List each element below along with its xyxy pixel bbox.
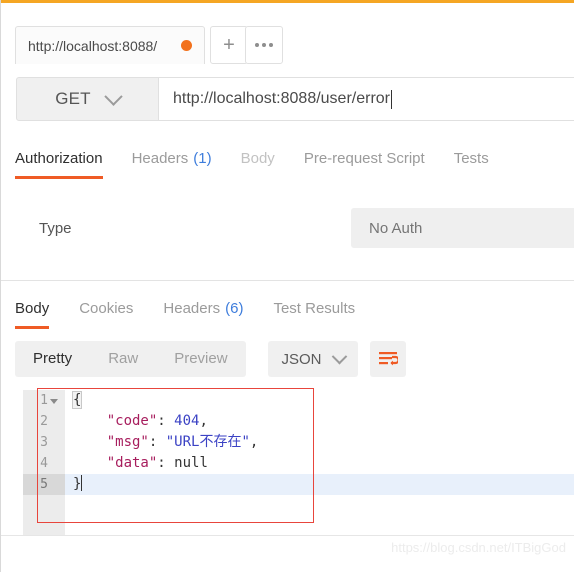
text-cursor <box>81 475 83 491</box>
line-number: 5 <box>23 474 65 495</box>
editor-code-area[interactable]: { "code": 404, "msg": "URL不存在", "data": … <box>65 390 574 535</box>
url-input-value: http://localhost:8088/user/error <box>173 90 391 107</box>
response-tab-body[interactable]: Body <box>15 288 50 329</box>
view-mode-raw[interactable]: Raw <box>90 341 156 377</box>
code-line-text: { <box>65 390 574 411</box>
code-line[interactable]: "code": 404, <box>65 411 574 432</box>
request-tab-bar: http://localhost:8088/ + <box>1 3 574 67</box>
token-plain: : <box>157 413 175 429</box>
line-number: 2 <box>40 414 48 429</box>
auth-type-value: No Auth <box>369 219 423 237</box>
line-number: 4 <box>40 456 48 471</box>
ellipsis-icon <box>255 43 273 47</box>
code-line-text: } <box>65 474 574 495</box>
code-line[interactable]: "msg": "URL不存在", <box>65 432 574 453</box>
request-tab-tests[interactable]: Tests <box>454 138 489 179</box>
response-tab-cookies[interactable]: Cookies <box>79 288 133 329</box>
token-brace-match: { <box>71 391 83 409</box>
tab-count-badge: (1) <box>193 150 212 167</box>
watermark: https://blog.csdn.net/ITBigGod <box>391 540 566 555</box>
auth-type-label: Type <box>39 220 72 237</box>
view-mode-pretty[interactable]: Pretty <box>15 341 90 377</box>
response-view-mode-group: Pretty Raw Preview <box>15 341 246 377</box>
response-format-toolbar: Pretty Raw Preview JSON <box>1 331 574 387</box>
tab-label: Headers <box>163 300 221 317</box>
token-null: null <box>174 455 208 471</box>
tab-label: Body <box>15 300 50 317</box>
response-format-select[interactable]: JSON <box>268 341 358 377</box>
request-tab[interactable]: http://localhost:8088/ <box>15 26 205 64</box>
request-tab-body[interactable]: Body <box>241 138 275 179</box>
request-section-tabs: Authorization Headers (1) Body Pre-request S… <box>1 138 574 181</box>
response-tab-headers[interactable]: Headers (6) <box>163 288 243 329</box>
line-number: 3 <box>40 435 48 450</box>
unsaved-dot-icon[interactable] <box>181 40 192 51</box>
tab-label: Tests <box>453 150 489 167</box>
code-line-text: "msg": "URL不存在", <box>65 432 574 453</box>
token-str: "URL不存在" <box>165 434 250 450</box>
line-number: 1 <box>23 390 65 411</box>
text-cursor <box>391 89 393 109</box>
tab-label: Authorization <box>15 150 103 167</box>
tab-label: Cookies <box>79 300 134 317</box>
tab-count-badge: (6) <box>225 300 244 317</box>
editor-line-numbers: 1 2 3 4 5 <box>23 390 65 495</box>
tab-label: Body <box>240 150 275 167</box>
chevron-down-icon <box>104 86 123 106</box>
token-plain: : <box>148 434 166 450</box>
token-plain: , <box>199 413 208 429</box>
token-brace: } <box>73 476 82 492</box>
request-tab-label: http://localhost:8088/ <box>28 37 158 54</box>
tab-label: Pre-request Script <box>303 150 425 167</box>
authorization-pane: Type No Auth <box>1 180 574 281</box>
request-url-row: GET http://localhost:8088/user/error <box>1 66 574 132</box>
auth-type-select[interactable]: No Auth <box>351 208 574 248</box>
request-tab-headers[interactable]: Headers (1) <box>132 138 212 179</box>
request-tab-pre-request-script[interactable]: Pre-request Script <box>304 138 425 179</box>
view-mode-preview[interactable]: Preview <box>156 341 245 377</box>
postman-window: http://localhost:8088/ + GET http://loca… <box>0 0 574 573</box>
token-key: "code" <box>106 413 158 429</box>
response-format-label: JSON <box>281 350 322 368</box>
tab-label: Test Results <box>273 300 356 317</box>
tab-label: Headers <box>131 150 189 167</box>
response-tab-test-results[interactable]: Test Results <box>273 288 355 329</box>
plus-icon: + <box>223 34 235 56</box>
token-plain: , <box>249 434 259 450</box>
code-line[interactable]: { <box>65 390 574 411</box>
code-line[interactable]: "data": null <box>65 453 574 474</box>
http-method-label: GET <box>55 89 91 108</box>
response-body-editor[interactable]: { "code": 404, "msg": "URL不存在", "data": … <box>23 390 574 535</box>
new-tab-button[interactable]: + <box>210 26 248 64</box>
word-wrap-icon <box>379 351 398 365</box>
tab-options-button[interactable] <box>245 26 283 64</box>
code-line[interactable]: } <box>65 474 574 495</box>
token-key: "data" <box>106 455 158 471</box>
response-section-tabs: Body Cookies Headers (6) Test Results <box>1 288 574 332</box>
active-tab-underline <box>15 326 50 329</box>
token-key: "msg" <box>106 434 149 450</box>
fold-triangle-icon[interactable] <box>50 399 58 404</box>
active-tab-underline <box>15 176 103 179</box>
token-num: 404 <box>174 413 200 429</box>
word-wrap-button[interactable] <box>370 341 406 377</box>
code-line-text: "code": 404, <box>65 411 574 432</box>
url-input[interactable]: http://localhost:8088/user/error <box>159 77 574 121</box>
request-tab-authorization[interactable]: Authorization <box>15 138 103 179</box>
token-plain: : <box>157 455 175 471</box>
http-method-select[interactable]: GET <box>16 77 159 121</box>
chevron-down-icon <box>331 348 347 364</box>
code-line-text: "data": null <box>65 453 574 474</box>
